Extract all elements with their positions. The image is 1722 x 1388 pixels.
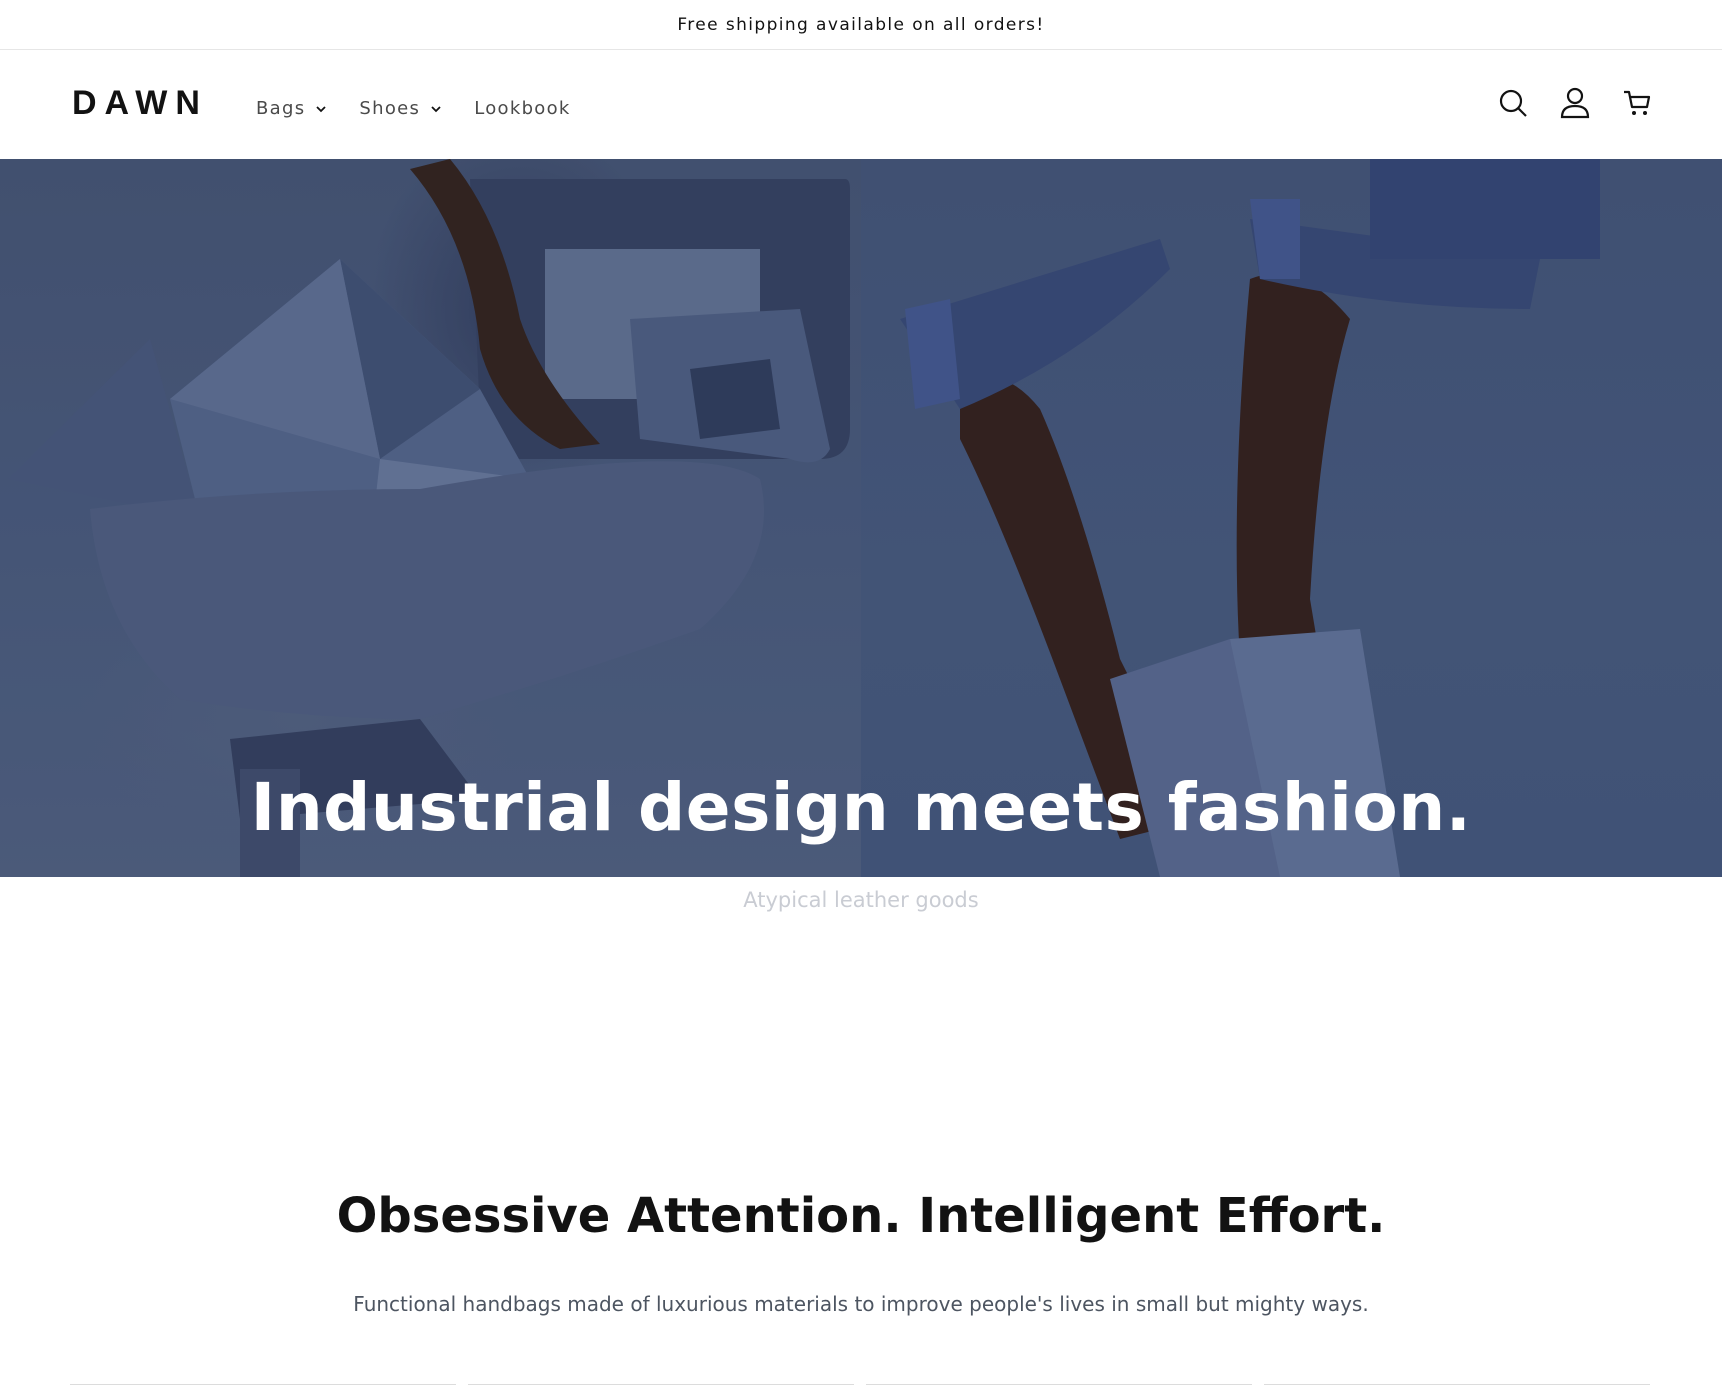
hero-banner[interactable]: Industrial design meets fashion. (0, 159, 1722, 877)
chevron-down-icon (315, 103, 327, 115)
hero-subtitle: Atypical leather goods (743, 888, 979, 912)
nav-item-label: Lookbook (474, 98, 571, 119)
hero-title: Industrial design meets fashion. (250, 769, 1472, 846)
collection-card[interactable] (1264, 1384, 1650, 1388)
collection-card[interactable] (70, 1384, 456, 1388)
nav-item-label: Shoes (359, 98, 421, 119)
header-icons (1498, 86, 1652, 120)
announcement-bar: Free shipping available on all orders! (0, 0, 1722, 50)
chevron-down-icon (430, 103, 442, 115)
collection-cards (70, 1384, 1650, 1388)
collection-card[interactable] (468, 1384, 854, 1388)
announcement-text: Free shipping available on all orders! (677, 14, 1045, 35)
search-icon[interactable] (1498, 86, 1528, 120)
section-text: Functional handbags made of luxurious ma… (353, 1292, 1369, 1316)
account-icon[interactable] (1560, 86, 1590, 120)
cart-icon[interactable] (1622, 86, 1652, 120)
section-title: Obsessive Attention. Intelligent Effort. (336, 1188, 1386, 1244)
site-header: DAWN Bags Shoes Lookbook (0, 50, 1722, 159)
nav-item-lookbook[interactable]: Lookbook (474, 98, 570, 119)
main-nav: Bags Shoes Lookbook (256, 98, 603, 119)
nav-item-label: Bags (256, 98, 306, 119)
nav-item-shoes[interactable]: Shoes (359, 98, 442, 119)
store-logo[interactable]: DAWN (72, 84, 208, 123)
collection-card[interactable] (866, 1384, 1252, 1388)
nav-item-bags[interactable]: Bags (256, 98, 327, 119)
